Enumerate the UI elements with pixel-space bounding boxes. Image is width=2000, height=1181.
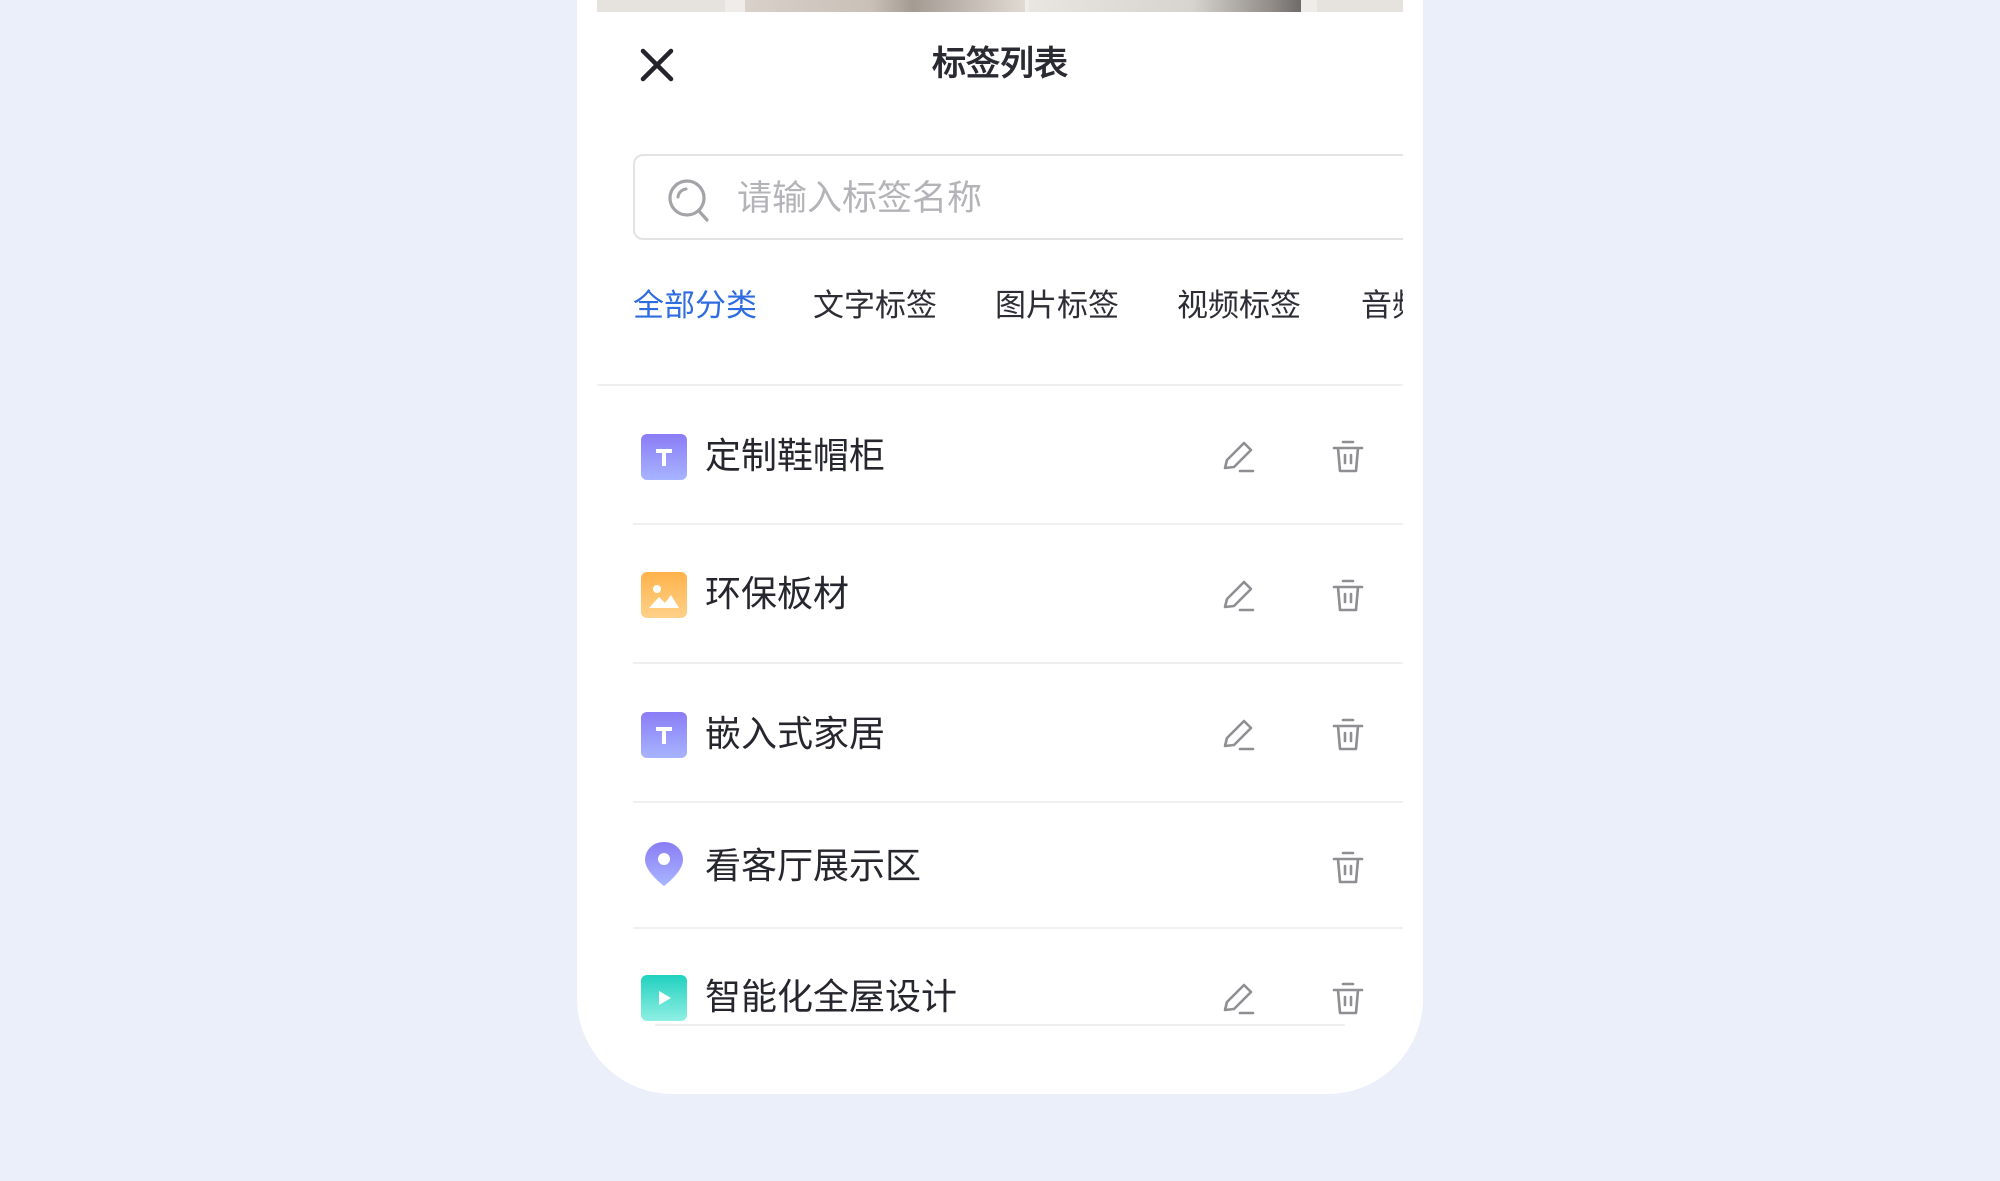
- delete-button[interactable]: [1323, 432, 1373, 482]
- tab-text-tags[interactable]: 文字标签: [813, 278, 937, 334]
- background-photo: [597, 0, 725, 12]
- pencil-icon: [1223, 719, 1255, 751]
- search-icon: [668, 179, 709, 222]
- tag-name: 环保板材: [705, 574, 850, 615]
- tab-image-tags[interactable]: 图片标签: [995, 278, 1119, 334]
- list-bottom-divider: [655, 1024, 1345, 1026]
- text-tag-icon: [641, 434, 687, 480]
- location-tag-icon: [641, 841, 687, 887]
- tag-list-sheet: 标签列表 全部分类 文字标签 图片标签 视频标签 音频标签: [597, 12, 1423, 1094]
- edit-button[interactable]: [1213, 432, 1263, 482]
- phone-screen: 标签列表 全部分类 文字标签 图片标签 视频标签 音频标签: [577, 0, 1423, 1094]
- tab-video-tags[interactable]: 视频标签: [1177, 278, 1301, 334]
- tag-row[interactable]: 智能化全屋设计: [633, 929, 1403, 1068]
- tag-row[interactable]: 定制鞋帽柜: [633, 386, 1403, 525]
- trash-icon: [1332, 718, 1364, 751]
- tag-name: 看客厅展示区: [705, 846, 922, 887]
- image-tag-icon: [641, 572, 687, 618]
- background-photo: [745, 0, 1025, 12]
- tag-name: 嵌入式家居: [705, 714, 886, 755]
- background-photo: [1317, 0, 1403, 12]
- trash-icon: [1332, 440, 1364, 473]
- video-tag-icon: [641, 975, 687, 1021]
- tag-name: 定制鞋帽柜: [705, 436, 886, 477]
- sheet-content: 标签列表 全部分类 文字标签 图片标签 视频标签 音频标签: [597, 12, 1403, 1094]
- search-input[interactable]: [735, 168, 1403, 230]
- tag-row[interactable]: 嵌入式家居: [633, 664, 1403, 803]
- trash-icon: [1332, 579, 1364, 612]
- text-tag-icon: [641, 712, 687, 758]
- tag-row[interactable]: 环保板材: [633, 525, 1403, 664]
- trash-icon: [1332, 982, 1364, 1015]
- edit-button[interactable]: [1213, 571, 1263, 621]
- edit-button[interactable]: [1213, 710, 1263, 760]
- tag-list: 定制鞋帽柜 环保板材 嵌入式家居 看客厅展示区 智能化全屋设计: [633, 386, 1403, 1068]
- delete-button[interactable]: [1323, 710, 1373, 760]
- search-box[interactable]: [633, 154, 1403, 240]
- background-photo-strip: [597, 0, 1403, 12]
- background-photo: [1029, 0, 1301, 12]
- delete-button[interactable]: [1323, 974, 1373, 1024]
- trash-icon: [1332, 851, 1364, 884]
- edit-button[interactable]: [1213, 974, 1263, 1024]
- pencil-icon: [1223, 983, 1255, 1015]
- pencil-icon: [1223, 580, 1255, 612]
- pencil-icon: [1223, 441, 1255, 473]
- delete-button[interactable]: [1323, 843, 1373, 893]
- tag-row[interactable]: 看客厅展示区: [633, 803, 1403, 929]
- tab-audio-tags[interactable]: 音频标签: [1361, 278, 1403, 334]
- sheet-title: 标签列表: [932, 44, 1068, 84]
- delete-button[interactable]: [1323, 571, 1373, 621]
- tag-name: 智能化全屋设计: [705, 977, 958, 1018]
- tab-all-categories[interactable]: 全部分类: [633, 278, 757, 334]
